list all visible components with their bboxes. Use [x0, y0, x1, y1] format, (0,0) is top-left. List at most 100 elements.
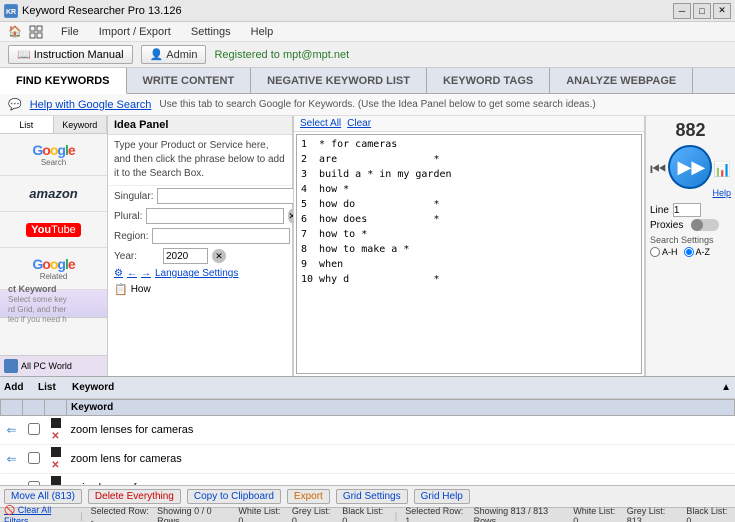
radio-ah[interactable]: [650, 247, 660, 257]
source-google-search[interactable]: Google Search: [0, 134, 107, 176]
book-icon: 📖: [17, 48, 31, 61]
instruction-manual-button[interactable]: 📖 Instruction Manual: [8, 45, 133, 64]
keyword-source-ct: ct KeywordSelect some keyrd Grid, and th…: [0, 290, 107, 318]
black-list-right: Black List: 0: [686, 506, 731, 522]
language-settings[interactable]: ⚙ ← → Language Settings: [108, 266, 292, 281]
th-add: [1, 400, 23, 416]
app-icon: KR: [4, 4, 18, 18]
sidebar-tab-list[interactable]: List: [0, 116, 54, 133]
tab-analyze-webpage[interactable]: ANALYZE WEBPAGE: [550, 68, 693, 93]
help-text-right[interactable]: Help: [712, 188, 731, 198]
clear-all-filters-btn[interactable]: 🚫 Clear All Filters: [4, 505, 72, 522]
close-button[interactable]: ✕: [713, 3, 731, 19]
google-search-label: Search: [41, 158, 66, 167]
play-button[interactable]: ▶: [668, 145, 711, 189]
radio-az[interactable]: [684, 247, 694, 257]
source-youtube[interactable]: YouTube: [0, 212, 107, 248]
grid-header: Add List Keyword ▲: [0, 377, 735, 399]
export-button[interactable]: Export: [287, 489, 330, 504]
radio-ah-label[interactable]: A-H: [650, 247, 678, 257]
add-arrow-icon[interactable]: ⇐: [6, 481, 16, 485]
singular-row: Singular: ✕: [108, 186, 292, 206]
list-checkbox[interactable]: [28, 452, 40, 464]
plural-input[interactable]: [146, 208, 284, 224]
google-related-label: Related: [40, 272, 68, 281]
select-all-link[interactable]: Select All: [300, 118, 341, 129]
result-line-6: 6 how does *: [301, 212, 637, 227]
tab-negative-keyword[interactable]: NEGATIVE KEYWORD LIST: [251, 68, 427, 93]
tab-keyword-tags[interactable]: KEYWORD TAGS: [427, 68, 550, 93]
action-bar: 📖 Instruction Manual 👤 Admin Registered …: [0, 42, 735, 68]
list-checkbox[interactable]: [28, 481, 40, 486]
keyword-grid-scroll[interactable]: Keyword ⇐ ✕ zoom lenses for cameras ⇐ ✕ …: [0, 399, 735, 485]
table-row: ⇐ ✕ zoom lens for cameras: [1, 445, 735, 474]
grid-settings-button[interactable]: Grid Settings: [336, 489, 408, 504]
radio-row: A-H A-Z: [650, 247, 731, 257]
add-arrow-icon[interactable]: ⇐: [6, 423, 16, 437]
google-related-logo: Google: [32, 256, 74, 272]
year-input[interactable]: [163, 248, 208, 264]
year-clear-button[interactable]: ✕: [212, 249, 226, 263]
region-row: Region: ✕: [108, 226, 292, 246]
menu-bar: 🏠 File Import / Export Settings Help: [0, 22, 735, 42]
delete-everything-button[interactable]: Delete Everything: [88, 489, 181, 504]
bottom-action-bar: Move All (813) Delete Everything Copy to…: [0, 485, 735, 507]
idea-panel-description: Type your Product or Service here, and t…: [108, 135, 292, 186]
white-list-right: White List: 0: [573, 506, 619, 522]
line-input[interactable]: [673, 203, 701, 217]
ctrl-square: [51, 447, 61, 457]
minimize-button[interactable]: ─: [673, 3, 691, 19]
remove-x-icon[interactable]: ✕: [51, 431, 59, 442]
results-panel: Select All Clear 1 * for cameras 2 are *…: [293, 116, 645, 376]
list-checkbox[interactable]: [28, 423, 40, 435]
move-all-button[interactable]: Move All (813): [4, 489, 82, 504]
tab-write-content[interactable]: WRITE CONTENT: [127, 68, 252, 93]
result-line-9: 9 when: [301, 257, 637, 272]
idea-panel-header: Idea Panel: [108, 116, 292, 135]
menu-import-export[interactable]: Import / Export: [95, 25, 175, 39]
copy-clipboard-button[interactable]: Copy to Clipboard: [187, 489, 281, 504]
search-settings-label: Search Settings: [650, 235, 714, 245]
proxies-toggle[interactable]: [691, 219, 719, 231]
sidebar-tab-keyword[interactable]: Keyword: [54, 116, 108, 133]
result-line-7: 7 how to *: [301, 227, 637, 242]
menu-settings[interactable]: Settings: [187, 25, 235, 39]
admin-button[interactable]: 👤 Admin: [141, 45, 207, 64]
region-input[interactable]: [152, 228, 290, 244]
add-arrow-icon[interactable]: ⇐: [6, 452, 16, 466]
grey-list-right: Grey List: 813: [627, 506, 679, 522]
menu-file[interactable]: File: [57, 25, 83, 39]
menu-help[interactable]: Help: [247, 25, 278, 39]
title-bar: KR Keyword Researcher Pro 13.126 ─ □ ✕: [0, 0, 735, 22]
result-line-2: 2 are *: [301, 152, 637, 167]
plural-row: Plural: ✕: [108, 206, 292, 226]
radio-az-label[interactable]: A-Z: [684, 247, 711, 257]
selected-row-left: Selected Row: -: [91, 506, 149, 522]
grid-help-button[interactable]: Grid Help: [414, 489, 470, 504]
table-row: ⇐ ✕ zeiss lenses for cameras: [1, 474, 735, 486]
year-label: Year:: [114, 251, 159, 262]
list-col-header: List: [38, 382, 68, 393]
grid-icon[interactable]: [27, 23, 45, 41]
maximize-button[interactable]: □: [693, 3, 711, 19]
keyword-table: Keyword ⇐ ✕ zoom lenses for cameras ⇐ ✕ …: [0, 399, 735, 485]
remove-x-icon[interactable]: ✕: [51, 460, 59, 471]
selected-row-right: Selected Row: 1: [405, 506, 465, 522]
proxies-row: Proxies: [650, 219, 731, 231]
skip-back-button[interactable]: ⏮: [650, 159, 666, 180]
help-link[interactable]: Help with Google Search: [30, 99, 152, 111]
idea-panel: Idea Panel Type your Product or Service …: [108, 116, 293, 376]
results-text-area[interactable]: 1 * for cameras 2 are * 3 build a * in m…: [296, 134, 642, 374]
clear-link[interactable]: Clear: [347, 118, 371, 129]
person-icon: 👤: [150, 48, 164, 61]
th-ctrl: [45, 400, 67, 416]
window-title: Keyword Researcher Pro 13.126: [22, 5, 182, 17]
tab-find-keywords[interactable]: FIND KEYWORDS: [0, 68, 127, 94]
singular-input[interactable]: [157, 188, 295, 204]
source-amazon[interactable]: amazon: [0, 176, 107, 212]
ctrl-square: [51, 476, 61, 485]
home-icon[interactable]: 🏠: [6, 23, 24, 41]
keyword-cell: zoom lens for cameras: [67, 445, 735, 474]
table-header-row: Keyword: [1, 400, 735, 416]
line-label: Line: [650, 205, 669, 216]
